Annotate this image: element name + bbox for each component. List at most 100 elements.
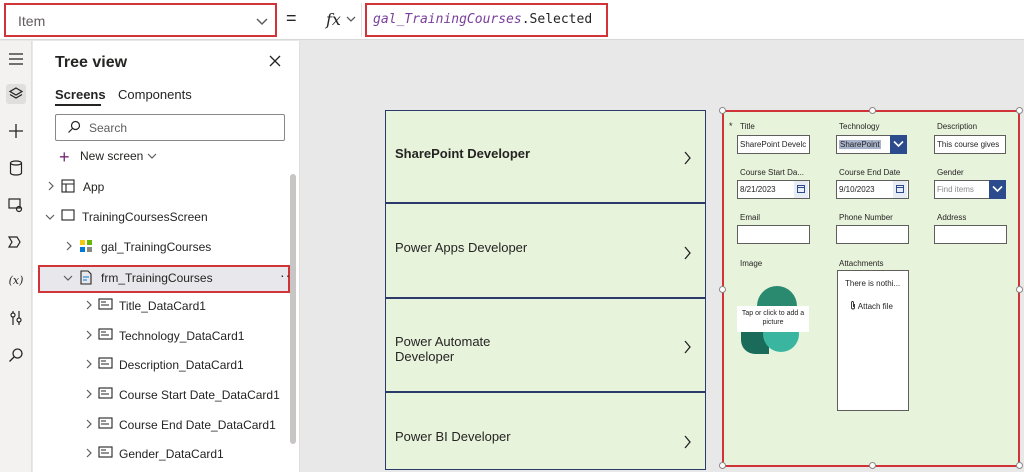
start-date-label: Course Start Da... (740, 168, 805, 177)
attachments-control[interactable]: There is nothi... Attach file (837, 270, 909, 411)
components-icon[interactable] (6, 232, 26, 252)
gallery-icon (80, 240, 92, 252)
address-input[interactable] (934, 225, 1007, 244)
chevron-down-icon (346, 16, 356, 22)
form-icon (80, 270, 92, 285)
edit-form-training-courses[interactable]: * Title SharePoint Develc Technology Sha… (719, 107, 1023, 469)
fx-icon: fx (326, 10, 341, 29)
gallery-item-title-line1: Power Automate (395, 334, 491, 349)
add-picture-tip-line1: Tap or click to add a (741, 310, 805, 317)
variables-icon[interactable]: (x) (6, 270, 26, 290)
chevron-down-icon (893, 140, 904, 148)
required-marker: * (729, 121, 733, 131)
chevron-down-icon (63, 275, 73, 281)
media-icon[interactable] (6, 195, 26, 215)
tree-node-label: Course Start Date_DataCard1 (119, 388, 280, 402)
plus-icon[interactable] (6, 121, 26, 141)
tree-node-label: TrainingCoursesScreen (82, 210, 208, 224)
gallery-item-title: SharePoint Developer (395, 146, 531, 161)
gender-combobox[interactable]: Find items (934, 180, 990, 199)
title-input[interactable]: SharePoint Develc (737, 135, 810, 154)
description-input[interactable]: This course gives (934, 135, 1006, 154)
gallery-item[interactable]: Power Automate Developer (386, 300, 705, 393)
gallery-item-title-line2: Developer (395, 349, 455, 364)
resize-handle[interactable] (869, 107, 876, 114)
chevron-right-icon (86, 300, 92, 310)
chevron-down-icon (45, 214, 55, 220)
technology-dropdown[interactable]: SharePoint (836, 135, 892, 154)
title-label: Title (740, 122, 755, 131)
power-apps-studio: Item = fx gal_TrainingCourses.Selected (… (0, 0, 1024, 472)
search-icon (68, 120, 81, 133)
resize-handle[interactable] (719, 107, 726, 114)
close-icon[interactable] (269, 55, 281, 67)
email-label: Email (740, 213, 761, 222)
technology-dropdown-button[interactable] (890, 135, 907, 154)
resize-handle[interactable] (869, 462, 876, 469)
calendar-button[interactable] (794, 181, 808, 198)
property-dropdown[interactable]: Item (4, 3, 277, 37)
database-icon[interactable] (6, 158, 26, 178)
formula-text: gal_TrainingCourses.Selected (373, 12, 592, 27)
resize-handle[interactable] (1016, 286, 1023, 293)
chevron-right-icon[interactable] (683, 340, 692, 354)
gallery-item[interactable]: SharePoint Developer (386, 111, 705, 204)
end-date-picker[interactable]: 9/10/2023 (836, 180, 909, 199)
gender-dropdown-button[interactable] (989, 180, 1006, 199)
resize-handle[interactable] (1016, 107, 1023, 114)
tree-scrollbar[interactable] (290, 174, 296, 444)
tree-node-label: Gender_DataCard1 (119, 447, 224, 461)
end-date-label: Course End Date (839, 168, 901, 177)
attachments-label: Attachments (839, 259, 884, 268)
address-label: Address (937, 213, 967, 222)
tab-components[interactable]: Components (118, 87, 192, 102)
formula-bar: Item = fx gal_TrainingCourses.Selected (0, 0, 1024, 40)
datacard-icon (98, 387, 113, 399)
phone-input[interactable] (836, 225, 909, 244)
chevron-right-icon (86, 419, 92, 429)
chevron-right-icon (86, 330, 92, 340)
hamburger-icon[interactable] (6, 49, 26, 69)
gender-label: Gender (937, 168, 964, 177)
tree-node-label: frm_TrainingCourses (101, 271, 213, 285)
tree-node-label: Description_DataCard1 (119, 358, 244, 372)
chevron-down-icon (256, 18, 268, 26)
equals-sign: = (286, 8, 297, 28)
formula-input[interactable]: gal_TrainingCourses.Selected (365, 3, 608, 37)
email-input[interactable] (737, 225, 810, 244)
description-label: Description (937, 122, 978, 131)
calendar-button[interactable] (893, 181, 907, 198)
chevron-right-icon (86, 359, 92, 369)
search-placeholder: Search (89, 121, 128, 135)
chevron-right-icon (48, 181, 54, 191)
search-icon[interactable] (6, 345, 26, 365)
property-value: Item (18, 13, 46, 29)
tab-screens[interactable]: Screens (55, 87, 106, 102)
tools-icon[interactable] (6, 308, 26, 328)
tree-view-title: Tree view (55, 54, 128, 71)
chevron-right-icon[interactable] (683, 435, 692, 449)
add-picture-tooltip: Tap or click to add a picture (737, 306, 809, 332)
tree-node-label: Course End Date_DataCard1 (119, 418, 276, 432)
layers-icon[interactable] (6, 84, 26, 104)
start-date-picker[interactable]: 8/21/2023 (737, 180, 810, 199)
tree-search-input[interactable]: Search (55, 114, 285, 141)
gallery-item[interactable]: Power Apps Developer (386, 206, 705, 299)
app-icon (61, 179, 75, 193)
resize-handle[interactable] (719, 286, 726, 293)
attachments-empty-text: There is nothi... (845, 279, 901, 288)
chevron-down-icon (147, 153, 157, 159)
tree-node-label: Title_DataCard1 (119, 299, 206, 313)
attach-file-link[interactable]: Attach file (850, 300, 893, 311)
resize-handle[interactable] (719, 462, 726, 469)
chevron-right-icon[interactable] (683, 151, 692, 165)
fx-button[interactable]: fx (310, 3, 362, 37)
chevron-right-icon (86, 448, 92, 458)
active-tab-indicator (55, 104, 101, 106)
screen-icon (61, 209, 75, 221)
resize-handle[interactable] (1016, 462, 1023, 469)
chevron-right-icon[interactable] (683, 246, 692, 260)
gallery-training-courses[interactable]: SharePoint Developer Power Apps Develope… (385, 110, 706, 470)
datacard-icon (98, 298, 113, 310)
gallery-item[interactable]: Power BI Developer (386, 395, 705, 469)
